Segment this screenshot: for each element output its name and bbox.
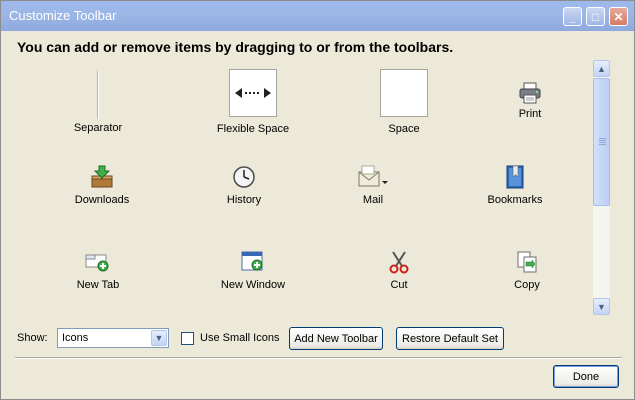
close-icon: ✕ (613, 9, 624, 24)
palette-item-copy[interactable]: Copy (467, 242, 587, 302)
copy-icon (517, 251, 537, 273)
done-label: Done (572, 370, 600, 383)
options-bar: Show: Icons ▼ Use Small Icons Add New To… (1, 323, 634, 353)
dropdown-arrow: ▼ (154, 333, 164, 343)
item-label: Downloads (74, 194, 130, 206)
scroll-down-button[interactable]: ▼ (593, 298, 610, 315)
minimize-icon: _ (569, 9, 576, 24)
instructions-heading: You can add or remove items by dragging … (17, 39, 454, 55)
palette-item-downloads[interactable]: Downloads (42, 157, 162, 217)
chevron-up-icon: ▲ (597, 63, 606, 74)
palette-item-cut[interactable]: Cut (339, 242, 459, 302)
minimize-button[interactable]: _ (563, 7, 582, 26)
item-label: Bookmarks (487, 194, 543, 206)
palette-item-new-window[interactable]: New Window (193, 242, 313, 302)
show-label: Show: (17, 332, 48, 344)
item-label: Flexible Space (216, 123, 290, 135)
palette-item-history[interactable]: History (184, 157, 304, 217)
downloads-icon (91, 165, 113, 188)
palette-item-print[interactable]: Print (470, 59, 590, 139)
item-label: Print (518, 108, 542, 120)
show-dropdown[interactable]: Icons ▼ (57, 328, 169, 348)
palette-item-new-tab[interactable]: New Tab (38, 242, 158, 302)
maximize-button[interactable]: □ (586, 7, 605, 26)
palette-item-flexible-space[interactable]: Flexible Space (193, 59, 313, 139)
palette-scrollbar[interactable]: ▲ ▼ (593, 60, 610, 315)
divider (15, 357, 622, 359)
chevron-down-icon[interactable]: ▼ (151, 330, 167, 346)
scroll-thumb[interactable] (593, 78, 610, 206)
use-small-icons-label[interactable]: Use Small Icons (200, 332, 279, 344)
customize-toolbar-dialog: Customize Toolbar _ □ ✕ You can add or r… (0, 0, 635, 400)
item-label: Separator (73, 122, 123, 134)
new-window-icon (241, 251, 263, 271)
done-button[interactable]: Done (553, 365, 619, 388)
space-icon (380, 69, 428, 117)
printer-icon (519, 82, 541, 104)
item-label: History (226, 194, 262, 206)
restore-default-set-button[interactable]: Restore Default Set (396, 327, 504, 350)
bookmarks-icon (506, 165, 524, 189)
palette-item-separator[interactable]: Separator (38, 59, 158, 139)
item-label: New Tab (76, 279, 120, 291)
scroll-up-button[interactable]: ▲ (593, 60, 610, 77)
close-button[interactable]: ✕ (609, 7, 628, 26)
flexible-space-icon (229, 69, 277, 117)
maximize-icon: □ (591, 9, 600, 24)
palette-item-bookmarks[interactable]: Bookmarks (455, 157, 575, 217)
item-label: Copy (514, 279, 540, 291)
palette-item-space[interactable]: Space (344, 59, 464, 139)
mail-icon (358, 165, 388, 187)
restore-default-set-label: Restore Default Set (402, 332, 498, 345)
item-label: Mail (362, 194, 384, 206)
use-small-icons-checkbox[interactable] (181, 332, 194, 345)
item-label: New Window (220, 279, 286, 291)
chevron-down-icon: ▼ (597, 301, 606, 312)
clock-icon (233, 166, 255, 188)
item-label: Space (388, 123, 420, 135)
new-tab-icon (85, 254, 109, 272)
separator-icon (97, 71, 99, 119)
palette-item-mail[interactable]: Mail (313, 157, 433, 217)
item-label: Cut (390, 279, 408, 291)
add-new-toolbar-label: Add New Toolbar (294, 332, 378, 345)
scissors-icon (389, 251, 409, 274)
add-new-toolbar-button[interactable]: Add New Toolbar (289, 327, 383, 350)
show-dropdown-value: Icons (62, 332, 89, 344)
window-title: Customize Toolbar (9, 8, 117, 23)
toolbar-items-palette: Separator Flexible Space Space Print Dow… (15, 59, 589, 315)
title-bar[interactable]: Customize Toolbar _ □ ✕ (1, 1, 634, 31)
